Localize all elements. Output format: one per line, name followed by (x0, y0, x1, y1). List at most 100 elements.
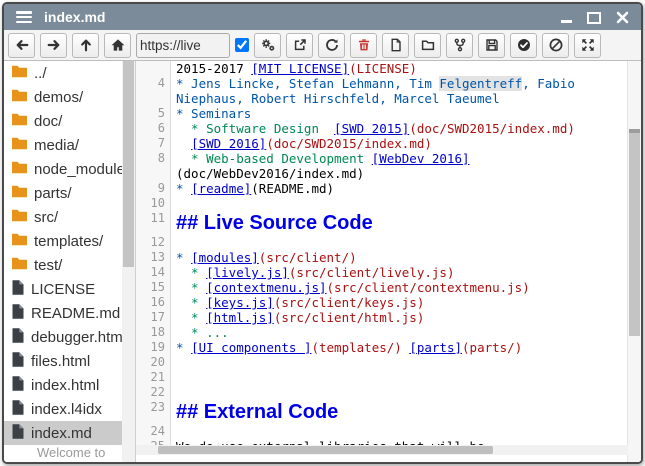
cancel-button[interactable] (542, 33, 569, 58)
window-titlebar[interactable]: index.md (4, 4, 641, 30)
code-line[interactable]: * ... (171, 325, 229, 340)
editor-hscroll-thumb[interactable] (158, 446, 493, 454)
code-line[interactable]: * Software Design [SWD 2015](doc/SWD2015… (171, 121, 575, 136)
code-line[interactable] (171, 196, 176, 211)
markdown-link[interactable]: [WebDev 2016] (372, 151, 470, 166)
markdown-link[interactable]: [readme] (191, 181, 251, 196)
file-tree-item-index.md[interactable]: index.md (4, 421, 122, 445)
markdown-link[interactable]: [parts] (409, 340, 462, 355)
markdown-link[interactable]: [modules] (191, 250, 259, 265)
arrow-right-icon (46, 37, 62, 53)
editor-row: 14 * [lively.js](src/client/lively.js) (136, 265, 628, 280)
markdown-link[interactable]: [UI components ] (191, 340, 311, 355)
accept-button[interactable] (510, 33, 537, 58)
code-line[interactable]: * [UI components ](templates/) [parts](p… (171, 340, 522, 355)
line-number: 13 (136, 250, 171, 265)
file-tree-item-index.l4idx[interactable]: index.l4idx (4, 397, 122, 421)
delete-button[interactable] (350, 33, 377, 58)
code-token: * (176, 340, 191, 355)
line-number: 20 (136, 355, 171, 370)
fullscreen-button[interactable] (574, 33, 601, 58)
code-line[interactable]: (doc/WebDev2016/index.md) (171, 166, 364, 181)
code-line[interactable] (171, 424, 176, 439)
open-external-button[interactable] (286, 33, 313, 58)
back-button[interactable] (8, 33, 35, 58)
file-icon (11, 423, 25, 444)
file-outline-subitem[interactable]: Welcome to (4, 445, 122, 460)
minimize-icon[interactable] (559, 10, 573, 24)
file-tree-item-label: index.l4idx (31, 401, 102, 418)
close-icon[interactable] (615, 10, 629, 24)
editor-vertical-scrollbar[interactable] (627, 61, 641, 463)
editor-vscroll-thumb[interactable] (629, 129, 640, 336)
code-line[interactable]: * Web-based Development [WebDev 2016] (171, 151, 470, 166)
code-line[interactable] (171, 385, 176, 400)
file-tree-item-src[interactable]: src/ (4, 205, 122, 229)
file-tree-item-templates[interactable]: templates/ (4, 229, 122, 253)
file-tree-item-..[interactable]: ../ (4, 61, 122, 85)
code-line[interactable]: * Seminars (171, 106, 251, 121)
markdown-editor[interactable]: 2015-2017 [MIT LICENSE](LICENSE)4* Jens … (136, 61, 641, 463)
sidebar-scroll-thumb[interactable] (123, 61, 134, 267)
markdown-link[interactable]: [lively.js] (206, 265, 289, 280)
editor-row: Niephaus, Robert Hirschfeld, Marcel Taeu… (136, 91, 628, 106)
code-line[interactable]: * [html.js](src/client/html.js) (171, 310, 424, 325)
code-line[interactable]: ## External Code (171, 400, 338, 424)
markdown-link[interactable]: [SWD 2015] (334, 121, 409, 136)
file-tree-item-test[interactable]: test/ (4, 253, 122, 277)
sidebar-scrollbar[interactable] (122, 61, 135, 463)
code-line[interactable]: ## Live Source Code (171, 211, 373, 235)
file-tree-item-doc[interactable]: doc/ (4, 109, 122, 133)
file-tree-item-demos[interactable]: demos/ (4, 85, 122, 109)
new-file-button[interactable] (382, 33, 409, 58)
trash-icon (356, 37, 372, 53)
code-line[interactable]: [SWD 2016](doc/SWD2015/index.md) (171, 136, 432, 151)
editor-row: 9* [readme](README.md) (136, 181, 628, 196)
forward-button[interactable] (40, 33, 67, 58)
menu-icon[interactable] (16, 11, 32, 23)
code-line[interactable]: * [modules](src/client/) (171, 250, 357, 265)
editor-horizontal-scrollbar[interactable] (136, 445, 628, 455)
file-tree-item-debugger.html[interactable]: debugger.html (4, 325, 122, 349)
refresh-button[interactable] (318, 33, 345, 58)
file-tree-item-media[interactable]: media/ (4, 133, 122, 157)
markdown-link[interactable]: [SWD 2016] (191, 136, 266, 151)
file-tree-item-label: src/ (34, 209, 58, 226)
line-number: 22 (136, 385, 171, 400)
code-line[interactable] (171, 370, 176, 385)
up-button[interactable] (72, 33, 99, 58)
code-line[interactable]: * [readme](README.md) (171, 181, 334, 196)
code-line[interactable]: * [keys.js](src/client/keys.js) (171, 295, 424, 310)
code-line[interactable]: * [lively.js](src/client/lively.js) (171, 265, 454, 280)
new-folder-button[interactable] (414, 33, 441, 58)
line-number: 16 (136, 295, 171, 310)
save-button[interactable] (478, 33, 505, 58)
markdown-link[interactable]: [keys.js] (206, 295, 274, 310)
editor-row: 11## Live Source Code (136, 211, 628, 235)
markdown-link[interactable]: [contextmenu.js] (206, 280, 326, 295)
settings-button[interactable] (254, 33, 281, 58)
home-button[interactable] (104, 33, 131, 58)
line-number: 24 (136, 424, 171, 439)
code-line[interactable] (171, 355, 176, 370)
code-line[interactable]: * [contextmenu.js](src/client/contextmen… (171, 280, 530, 295)
file-tree-item-nodemodules[interactable]: node_modules/ (4, 157, 122, 181)
file-tree-item-files.html[interactable]: files.html (4, 349, 122, 373)
maximize-icon[interactable] (587, 10, 601, 24)
file-tree-item-license[interactable]: LICENSE (4, 277, 122, 301)
code-line[interactable] (171, 235, 176, 250)
file-tree-item-index.html[interactable]: index.html (4, 373, 122, 397)
editor-row: 5* Seminars (136, 106, 628, 121)
file-tree-item-readme.md[interactable]: README.md (4, 301, 122, 325)
markdown-link[interactable]: [MIT LICENSE] (251, 61, 349, 76)
folder-icon (11, 64, 28, 83)
code-line[interactable]: * Jens Lincke, Stefan Lehmann, Tim Felge… (171, 76, 575, 91)
auto-update-checkbox[interactable] (235, 38, 249, 52)
url-input[interactable] (136, 33, 230, 58)
editor-row: 12 (136, 235, 628, 250)
file-tree-item-parts[interactable]: parts/ (4, 181, 122, 205)
code-line[interactable]: Niephaus, Robert Hirschfeld, Marcel Taeu… (171, 91, 500, 106)
markdown-link[interactable]: [html.js] (206, 310, 274, 325)
version-history-button[interactable] (446, 33, 473, 58)
code-line[interactable]: 2015-2017 [MIT LICENSE](LICENSE) (171, 61, 417, 76)
